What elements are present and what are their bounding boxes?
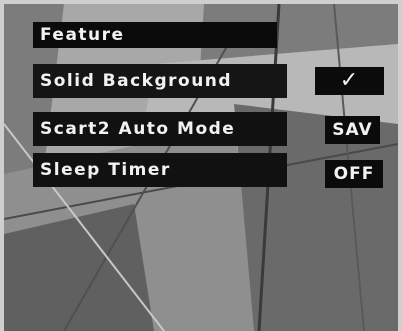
menu-item-sleep-timer[interactable]: Sleep Timer: [33, 153, 287, 187]
menu-item-value-scart2[interactable]: SAV: [325, 116, 380, 144]
menu-item-label: Sleep Timer: [40, 160, 171, 180]
menu-title: Feature: [33, 22, 277, 48]
menu-item-scart2-auto-mode[interactable]: Scart2 Auto Mode: [33, 112, 287, 146]
menu-item-label: Scart2 Auto Mode: [40, 119, 236, 139]
menu-item-label: Solid Background: [40, 71, 233, 91]
menu-item-value-sleep-timer[interactable]: OFF: [325, 160, 383, 188]
menu-item-value-checkmark[interactable]: ✓: [315, 67, 384, 95]
menu-item-solid-background[interactable]: Solid Background: [33, 64, 287, 98]
